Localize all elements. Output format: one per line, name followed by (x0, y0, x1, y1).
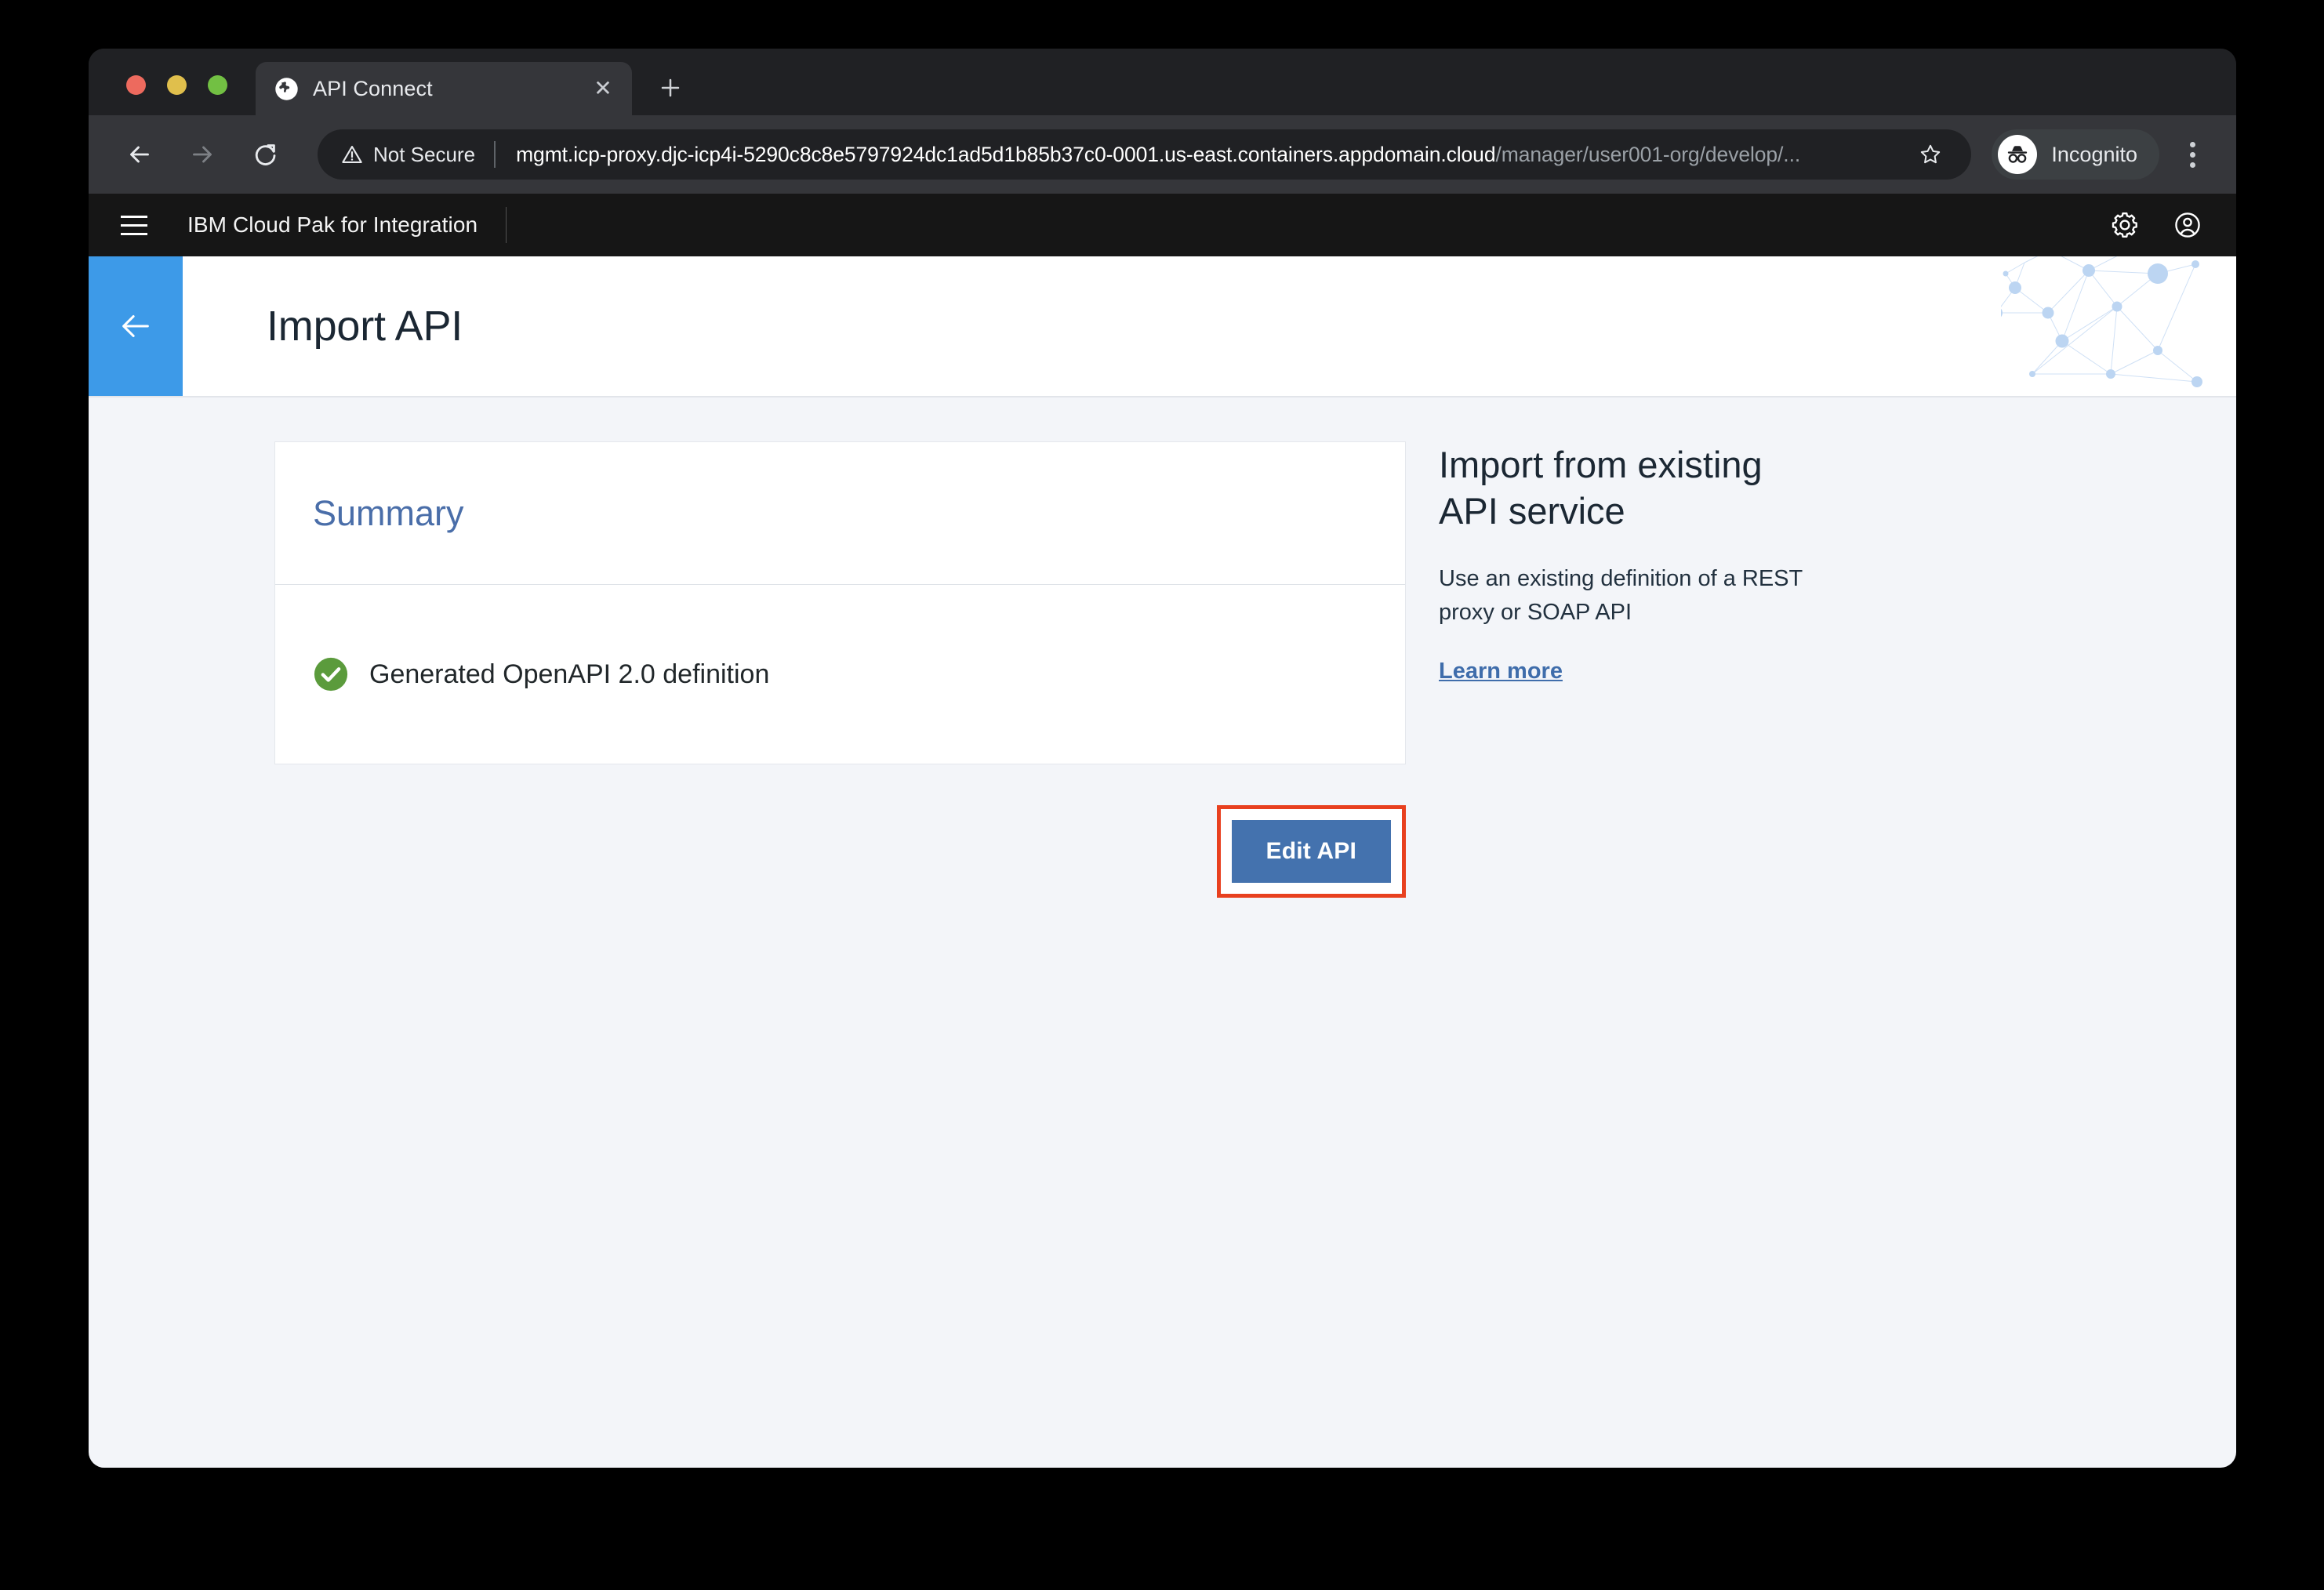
content-main-column: Summary Generated OpenAPI 2.0 definition (89, 441, 1398, 898)
page-content: Summary Generated OpenAPI 2.0 definition (89, 398, 2236, 1468)
account-button[interactable] (2156, 194, 2219, 256)
status-text: Generated OpenAPI 2.0 definition (369, 659, 769, 690)
highlight-annotation: Edit API (1217, 805, 1407, 898)
close-window-button[interactable] (126, 75, 146, 95)
kebab-menu-icon[interactable] (2170, 132, 2214, 176)
bookmark-button[interactable] (1910, 134, 1951, 175)
new-tab-button[interactable] (649, 67, 692, 109)
list-item: Generated OpenAPI 2.0 definition (313, 656, 769, 692)
incognito-profile-button[interactable]: Incognito (1992, 129, 2159, 180)
reload-button[interactable] (241, 130, 289, 179)
page-header: Import API (89, 256, 2236, 398)
url-text: mgmt.icp-proxy.djc-icp4i-5290c8c8e579792… (516, 143, 1899, 167)
close-icon[interactable]: ✕ (590, 75, 616, 102)
warning-triangle-icon (341, 143, 363, 165)
edit-api-button[interactable]: Edit API (1232, 820, 1392, 883)
summary-card-header: Summary (275, 442, 1405, 585)
summary-card-body: Generated OpenAPI 2.0 definition (275, 585, 1405, 764)
app-header-divider (506, 207, 507, 243)
incognito-label: Incognito (2051, 143, 2137, 167)
user-avatar-icon (2173, 210, 2202, 240)
browser-tab-strip: API Connect ✕ (89, 49, 2236, 115)
check-circle-icon (313, 656, 349, 692)
url-path: /manager/user001-org/develop/... (1495, 143, 1800, 166)
url-host: mgmt.icp-proxy.djc-icp4i-5290c8c8e579792… (516, 143, 1495, 166)
app-header: IBM Cloud Pak for Integration (89, 194, 2236, 256)
summary-card: Summary Generated OpenAPI 2.0 definition (274, 441, 1406, 764)
maximize-window-button[interactable] (208, 75, 227, 95)
learn-more-link[interactable]: Learn more (1439, 659, 1563, 684)
browser-tab-title: API Connect (313, 77, 576, 101)
page-viewport: IBM Cloud Pak for Integration (89, 194, 2236, 1468)
security-status[interactable]: Not Secure (341, 143, 494, 167)
arrow-left-icon (125, 140, 154, 169)
back-button[interactable] (115, 130, 164, 179)
star-icon (1918, 142, 1943, 167)
security-status-label: Not Secure (373, 143, 475, 167)
aside-title: Import from existing API service (1439, 441, 1806, 534)
content-aside: Import from existing API service Use an … (1398, 441, 1900, 684)
browser-tab-api-connect[interactable]: API Connect ✕ (256, 62, 632, 115)
app-title: IBM Cloud Pak for Integration (187, 212, 478, 238)
plus-icon (659, 76, 682, 100)
browser-toolbar: Not Secure mgmt.icp-proxy.djc-icp4i-5290… (89, 115, 2236, 194)
window-controls (112, 75, 256, 115)
page-back-button[interactable] (89, 256, 183, 396)
hamburger-menu-icon[interactable] (103, 194, 165, 256)
aside-description: Use an existing definition of a REST pro… (1439, 562, 1806, 629)
summary-card-title: Summary (313, 493, 464, 534)
reload-icon (251, 140, 279, 169)
gear-icon (2110, 210, 2140, 240)
address-bar[interactable]: Not Secure mgmt.icp-proxy.djc-icp4i-5290… (318, 129, 1971, 180)
incognito-icon (2003, 140, 2032, 169)
forward-button[interactable] (178, 130, 227, 179)
settings-button[interactable] (2093, 194, 2156, 256)
avatar (1998, 135, 2037, 174)
page-title: Import API (267, 302, 463, 350)
network-nodes-graphic (2001, 256, 2236, 396)
minimize-window-button[interactable] (167, 75, 187, 95)
browser-window: API Connect ✕ (89, 49, 2236, 1468)
globe-icon (274, 77, 299, 101)
cta-row: Edit API (274, 805, 1406, 898)
omnibox-divider (494, 141, 496, 168)
arrow-left-icon (118, 308, 154, 344)
arrow-right-icon (188, 140, 216, 169)
